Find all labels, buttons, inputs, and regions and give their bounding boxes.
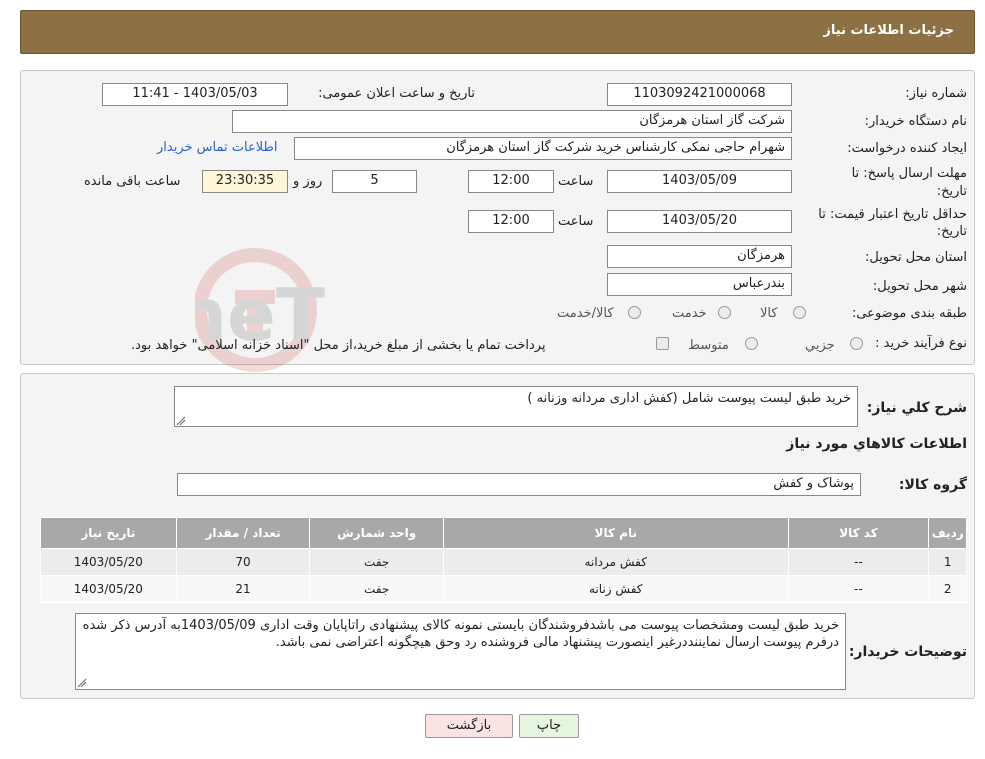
cell-goods-name: کفش مردانه [443,548,789,576]
process-option-medium: متوسط [688,338,729,353]
buyer-org-label: نام دستگاه خریدار: [864,114,967,129]
deadline-date-field: 1403/05/09 [607,170,792,193]
process-option-minor: جزیي [805,338,835,353]
table-header-row: ردیف کد کالا نام کالا واحد شمارش تعداد /… [40,517,967,549]
process-label: نوع فرآیند خرید : [875,336,967,351]
header-bar: جزئیات اطلاعات نیاز [20,10,975,54]
need-number-label: شماره نیاز: [905,86,967,101]
goods-info-title: اطلاعات کالاهاي مورد نیاز [786,436,967,452]
buyer-notes-field: خرید طبق لیست ومشخصات پیوست می باشدفروشن… [75,613,846,690]
creator-label: ایجاد کننده درخواست: [847,141,967,156]
category-label: طبقه بندی موضوعی: [851,306,967,321]
resize-handle-icon[interactable] [77,678,87,688]
cell-row-number: 1 [928,548,967,576]
cell-goods-code: -- [787,575,930,603]
buyer-notes-text: خرید طبق لیست ومشخصات پیوست می باشدفروشن… [82,618,839,650]
category-radio-service[interactable] [718,306,731,319]
validity-label: حداقل تاریخ اعتبار قیمت: تا [818,207,967,222]
description-field: خرید طبق لیست پیوست شامل (کفش اداری مردا… [174,386,858,427]
page-title: جزئیات اطلاعات نیاز [823,23,954,38]
province-field: هرمزگان [607,245,792,268]
province-label: استان محل تحویل: [865,250,967,265]
announce-date-field: 1403/05/03 - 11:41 [102,83,288,106]
category-option-goods-service: کالا/خدمت [557,306,614,321]
validity-date-field: 1403/05/20 [607,210,792,233]
back-button[interactable]: بازگشت [425,714,513,738]
col-need-date: تاریخ نیاز [40,517,177,549]
col-quantity: تعداد / مقدار [175,517,311,549]
deadline-time-field: 12:00 [468,170,554,193]
treasury-checkbox[interactable] [656,337,669,350]
buyer-notes-label: توضیحات خریدار: [848,644,967,660]
validity-time-field: 12:00 [468,210,554,233]
col-row-number: ردیف [928,517,967,549]
description-label: شرح کلي نیاز: [866,400,967,416]
cell-unit: جفت [309,575,444,603]
deadline-label-2: تاریخ: [936,184,967,199]
validity-time-label: ساعت [558,214,594,229]
deadline-label: مهلت ارسال پاسخ: تا [851,166,967,181]
cell-row-number: 2 [928,575,967,603]
buyer-contact-link[interactable]: اطلاعات تماس خریدار [157,140,277,155]
goods-group-label: گروه کالا: [898,477,967,493]
cell-quantity: 21 [175,575,311,603]
city-field: بندرعباس [607,273,792,296]
days-field: 5 [332,170,417,193]
description-text: خرید طبق لیست پیوست شامل (کفش اداری مردا… [527,391,851,406]
category-radio-goods-service[interactable] [628,306,641,319]
cell-need-date: 1403/05/20 [40,548,177,576]
cell-goods-name: کفش زنانه [443,575,789,603]
treasury-note: پرداخت تمام یا بخشی از مبلغ خرید،از محل … [131,338,546,353]
category-radio-goods[interactable] [793,306,806,319]
cell-goods-code: -- [787,548,930,576]
cell-quantity: 70 [175,548,311,576]
cell-need-date: 1403/05/20 [40,575,177,603]
deadline-time-label: ساعت [558,174,594,189]
validity-label-2: تاریخ: [936,224,967,239]
goods-table: ردیف کد کالا نام کالا واحد شمارش تعداد /… [40,517,967,603]
table-row: 1 -- کفش مردانه جفت 70 1403/05/20 [40,548,967,576]
col-unit: واحد شمارش [309,517,444,549]
process-radio-medium[interactable] [745,337,758,350]
print-button[interactable]: چاپ [519,714,579,738]
goods-group-field: پوشاک و کفش [177,473,861,496]
creator-field: شهرام حاجی نمکی کارشناس خرید شرکت گاز اس… [294,137,792,160]
city-label: شهر محل تحویل: [872,279,967,294]
days-label: روز و [293,174,323,189]
category-option-goods: کالا [760,306,778,321]
resize-handle-icon[interactable] [176,416,186,426]
col-goods-name: نام کالا [443,517,789,549]
table-row: 2 -- کفش زنانه جفت 21 1403/05/20 [40,575,967,603]
remaining-time-field: 23:30:35 [202,170,288,193]
col-goods-code: کد کالا [787,517,930,549]
buyer-org-field: شرکت گاز استان هرمزگان [232,110,792,133]
announce-date-label: تاریخ و ساعت اعلان عمومی: [318,86,475,101]
need-number-field: 1103092421000068 [607,83,792,106]
category-option-service: خدمت [672,306,707,321]
process-radio-minor[interactable] [850,337,863,350]
remaining-label: ساعت باقی مانده [84,174,181,189]
cell-unit: جفت [309,548,444,576]
